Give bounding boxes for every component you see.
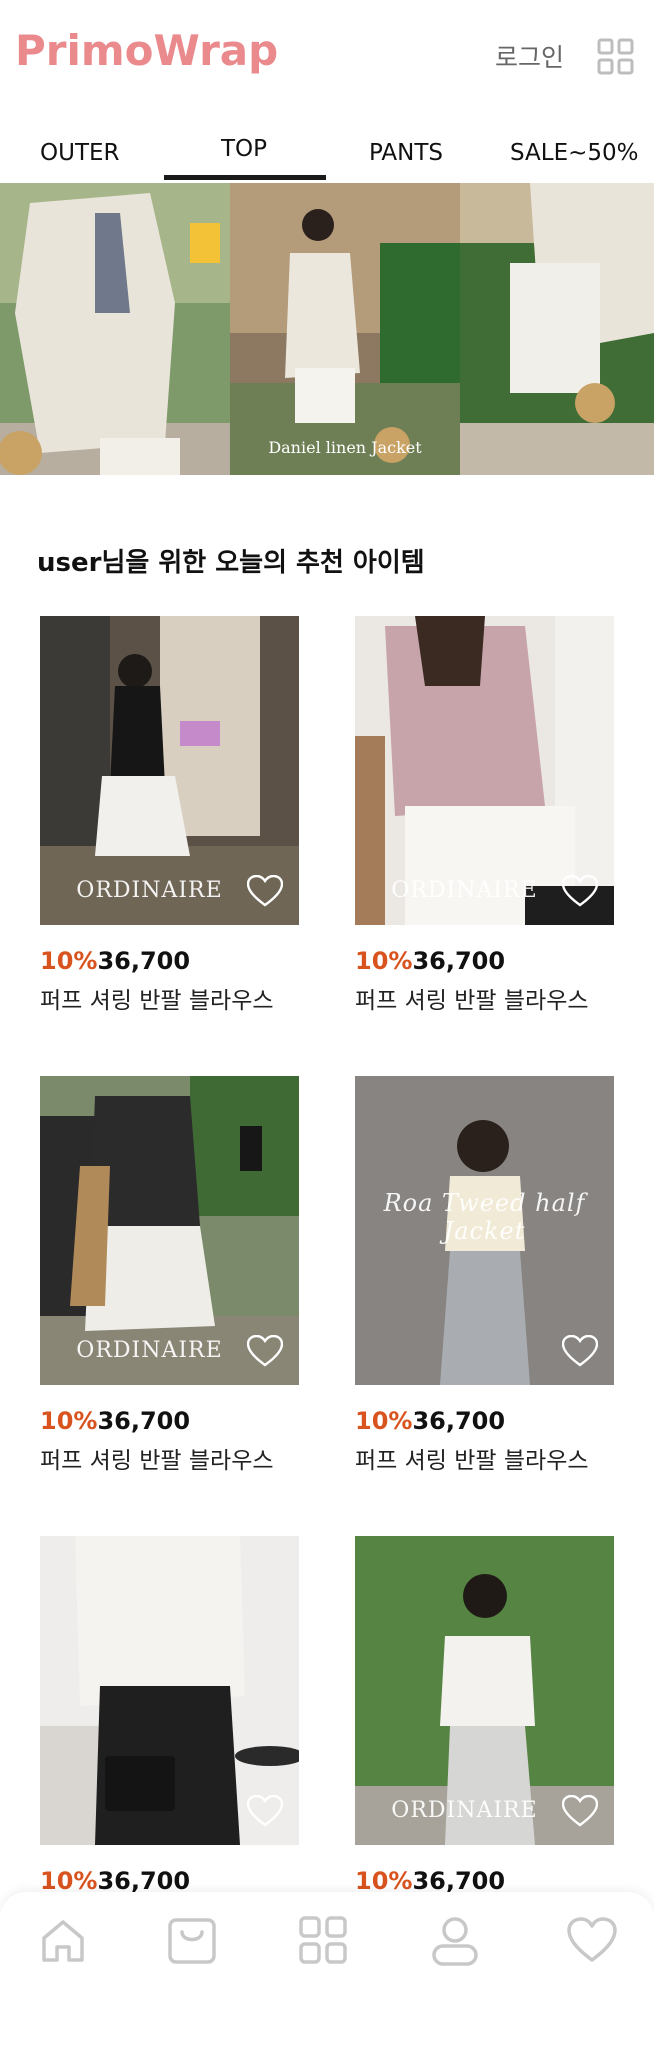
product-overlay-text: ORDINAIRE — [391, 878, 538, 903]
product-card[interactable]: 10%36,700 — [40, 1536, 299, 1895]
product-image[interactable]: ORDINAIRE — [355, 616, 614, 925]
product-overlay-text: ORDINAIRE — [391, 1798, 538, 1823]
discount-rate: 10% — [40, 1867, 98, 1895]
active-tab-indicator — [164, 175, 326, 180]
bottom-navigation — [0, 1892, 654, 2048]
discount-rate: 10% — [355, 1407, 413, 1435]
product-image[interactable]: ORDINAIRE — [40, 1076, 299, 1385]
price: 36,700 — [97, 1407, 191, 1435]
price-line: 10%36,700 — [40, 947, 299, 975]
discount-rate: 10% — [355, 1867, 413, 1895]
price: 36,700 — [412, 947, 506, 975]
price-line: 10%36,700 — [355, 1407, 614, 1435]
price-line: 10%36,700 — [355, 1867, 614, 1895]
product-image[interactable]: Roa Tweed half Jacket — [355, 1076, 614, 1385]
tab-top[interactable]: TOP — [221, 136, 267, 162]
wishlist-heart-icon[interactable] — [562, 875, 598, 907]
wishlist-heart-icon[interactable] — [562, 1795, 598, 1827]
user-icon[interactable] — [428, 1914, 482, 1968]
price-line: 10%36,700 — [40, 1407, 299, 1435]
tab-sale[interactable]: SALE~50% — [510, 140, 639, 166]
product-image[interactable]: ORDINAIRE — [355, 1536, 614, 1845]
grid-menu-icon[interactable] — [596, 37, 636, 77]
product-overlay-text: ORDINAIRE — [76, 1338, 223, 1363]
product-card[interactable]: ORDINAIRE 10%36,700 — [355, 1536, 614, 1895]
price: 36,700 — [97, 947, 191, 975]
product-card[interactable]: ORDINAIRE 10%36,700 퍼프 셔링 반팔 블라우스 — [355, 616, 614, 1015]
price: 36,700 — [97, 1867, 191, 1895]
heart-icon[interactable] — [565, 1914, 619, 1968]
tab-outer[interactable]: OUTER — [40, 140, 120, 166]
discount-rate: 10% — [40, 947, 98, 975]
price: 36,700 — [412, 1867, 506, 1895]
product-name[interactable]: 퍼프 셔링 반팔 블라우스 — [355, 981, 614, 1015]
product-name[interactable]: 퍼프 셔링 반팔 블라우스 — [355, 1441, 614, 1475]
product-image[interactable] — [40, 1536, 299, 1845]
tab-pants[interactable]: PANTS — [369, 140, 443, 166]
product-card[interactable]: ORDINAIRE 10%36,700 퍼프 셔링 반팔 블라우스 — [40, 616, 299, 1015]
price-line: 10%36,700 — [40, 1867, 299, 1895]
app-header: PrimoWrap 로그인 — [0, 0, 654, 115]
recommendation-title: user님을 위한 오늘의 추천 아이템 — [37, 548, 425, 578]
product-name[interactable]: 퍼프 셔링 반팔 블라우스 — [40, 981, 299, 1015]
category-grid-icon[interactable] — [297, 1914, 351, 1968]
product-image[interactable]: ORDINAIRE — [40, 616, 299, 925]
hero-banner[interactable]: Daniel linen Jacket — [0, 183, 654, 475]
product-overlay-text: ORDINAIRE — [76, 878, 223, 903]
category-tabs: OUTER TOP PANTS SALE~50% — [0, 120, 654, 184]
product-card[interactable]: ORDINAIRE 10%36,700 퍼프 셔링 반팔 블라우스 — [40, 1076, 299, 1475]
wishlist-heart-icon[interactable] — [562, 1335, 598, 1367]
login-link[interactable]: 로그인 — [495, 38, 564, 74]
product-overlay-text: Roa Tweed half Jacket — [383, 1189, 586, 1245]
brand-logo[interactable]: PrimoWrap — [15, 26, 278, 75]
product-card[interactable]: Roa Tweed half Jacket 10%36,700 퍼프 셔링 반팔… — [355, 1076, 614, 1475]
wishlist-heart-icon[interactable] — [247, 1795, 283, 1827]
discount-rate: 10% — [355, 947, 413, 975]
home-icon[interactable] — [36, 1914, 90, 1968]
wishlist-heart-icon[interactable] — [247, 1335, 283, 1367]
shopping-bag-icon[interactable] — [165, 1914, 219, 1968]
banner-caption: Daniel linen Jacket — [268, 438, 422, 457]
price-line: 10%36,700 — [355, 947, 614, 975]
wishlist-heart-icon[interactable] — [247, 875, 283, 907]
price: 36,700 — [412, 1407, 506, 1435]
discount-rate: 10% — [40, 1407, 98, 1435]
product-name[interactable]: 퍼프 셔링 반팔 블라우스 — [40, 1441, 299, 1475]
